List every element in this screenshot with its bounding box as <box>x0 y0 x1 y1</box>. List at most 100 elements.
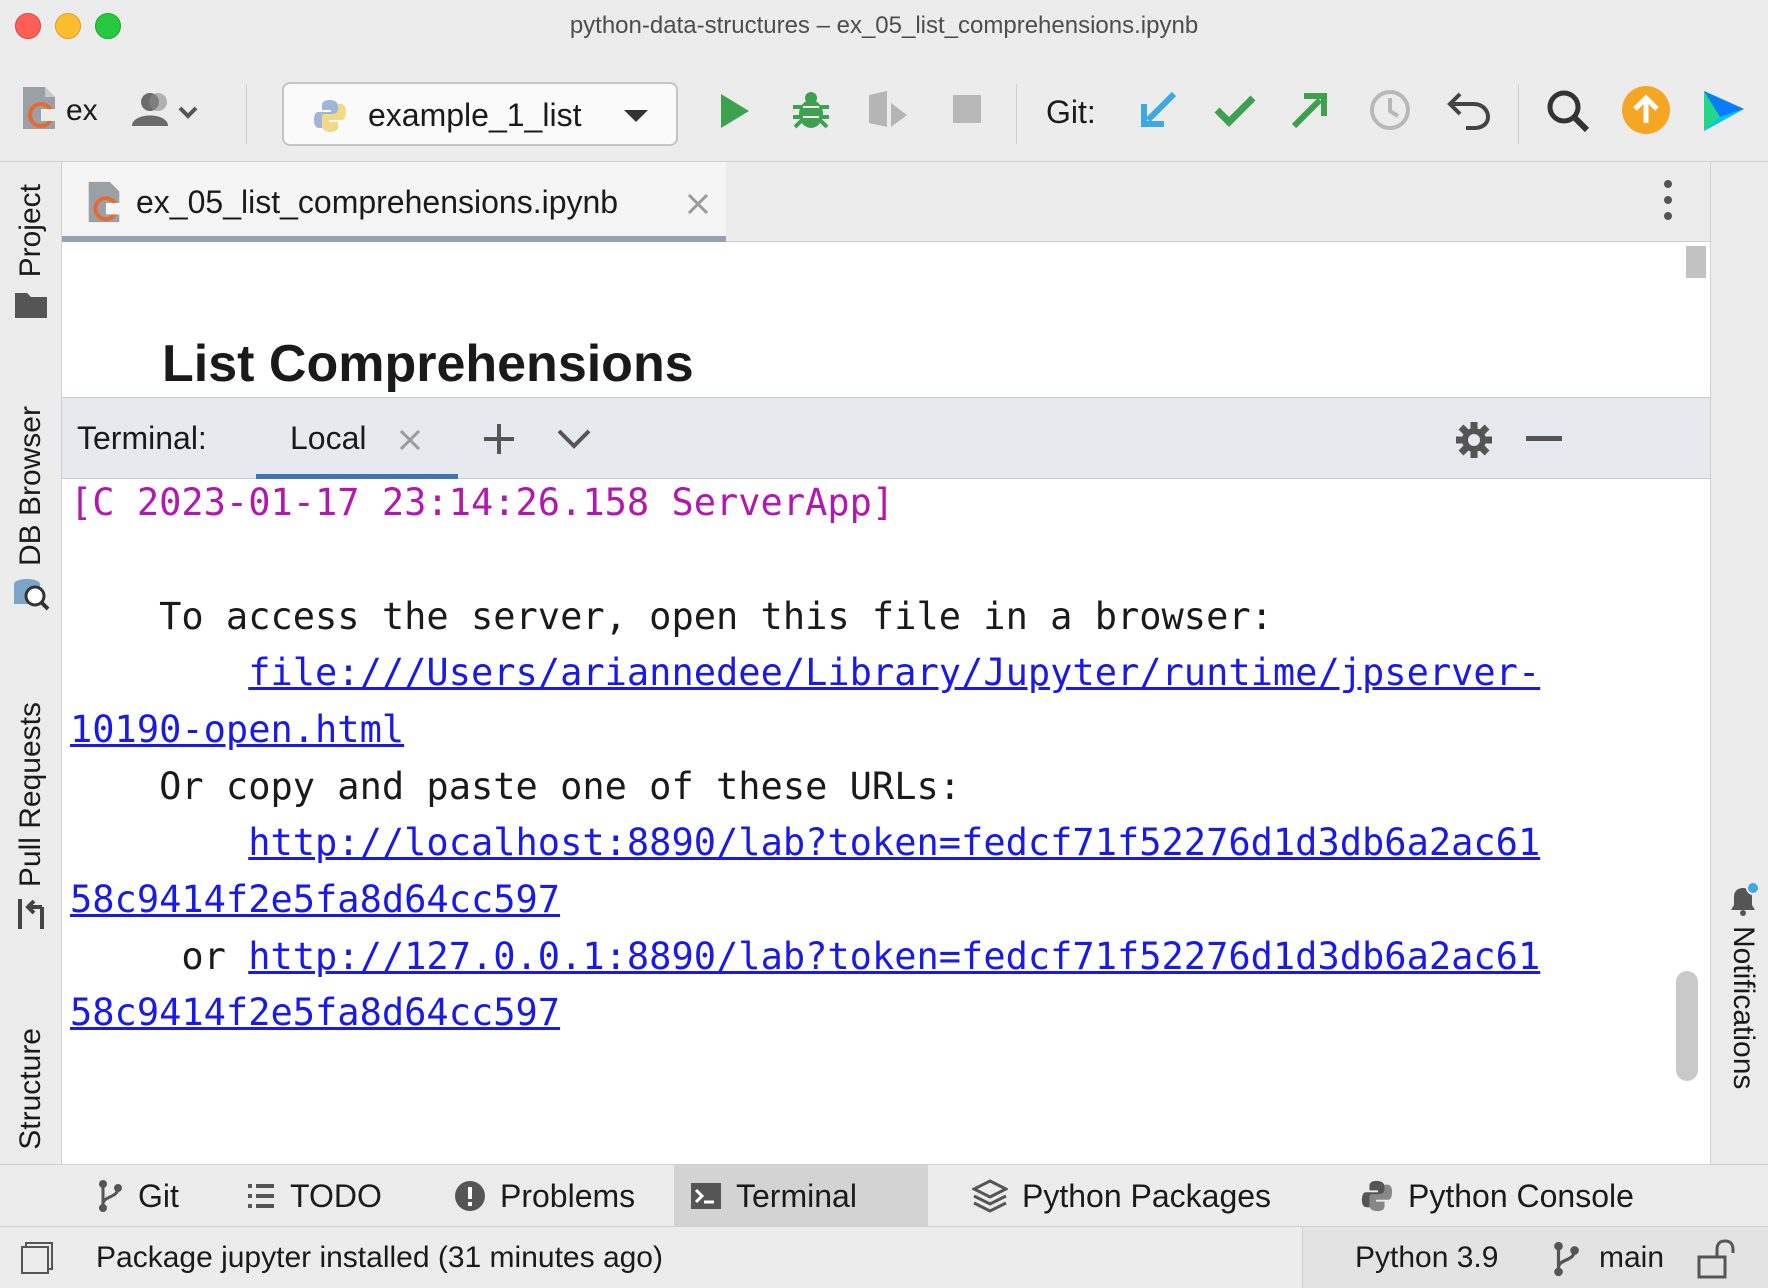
git-update-icon[interactable] <box>1134 86 1182 134</box>
list-icon <box>248 1184 274 1208</box>
localhost-url-link-continued[interactable]: 58c9414f2e5fa8d64cc597 <box>70 878 560 921</box>
editor-tab-bar: ex_05_list_comprehensions.ipynb <box>62 162 1710 242</box>
terminal-link-line: or http://127.0.0.1:8890/lab?token=fedcf… <box>70 935 1541 978</box>
bottom-tab-python-console[interactable]: Python Console <box>1344 1165 1650 1227</box>
revert-icon[interactable] <box>1442 84 1496 136</box>
terminal-link-line: 10190-open.html <box>70 698 404 762</box>
project-icon[interactable] <box>14 80 64 136</box>
loopback-url-link[interactable]: http://127.0.0.1:8890/lab?token=fedcf71f… <box>248 935 1540 978</box>
right-tool-window-bar: Notifications <box>1710 162 1768 1164</box>
terminal-text-line: To access the server, open this file in … <box>70 595 1273 638</box>
jetbrains-logo-icon[interactable] <box>1696 84 1752 138</box>
sidebar-tab-label: Structure <box>14 1028 47 1150</box>
close-tab-icon[interactable] <box>686 192 710 216</box>
coverage-icon[interactable] <box>862 84 916 138</box>
bottom-tab-label: Python Packages <box>1022 1177 1272 1214</box>
layers-icon <box>972 1179 1008 1213</box>
terminal-link-line: 58c9414f2e5fa8d64cc597 <box>70 868 560 932</box>
git-branch-selector[interactable]: main <box>1599 1241 1664 1275</box>
update-icon[interactable] <box>1620 84 1672 136</box>
terminal-link-line: file:///Users/ariannedee/Library/Jupyter… <box>70 641 1540 705</box>
terminal-link-line: http://localhost:8890/lab?token=fedcf71f… <box>70 811 1540 875</box>
sidebar-tab-notifications[interactable]: Notifications <box>1723 882 1763 1089</box>
add-icon[interactable] <box>482 422 516 456</box>
sidebar-tab-db-browser[interactable]: DB Browser <box>6 406 56 612</box>
file-url-link-continued[interactable]: 10190-open.html <box>70 708 404 751</box>
run-configuration-label: example_1_list <box>368 97 582 133</box>
bottom-tab-todo[interactable]: TODO <box>230 1165 398 1227</box>
bottom-tab-python-packages[interactable]: Python Packages <box>956 1165 1287 1227</box>
gear-icon[interactable] <box>1454 420 1494 460</box>
more-options-icon[interactable] <box>1662 178 1674 222</box>
history-icon[interactable] <box>1364 84 1416 136</box>
sidebar-tab-pull-requests[interactable]: Pull Requests <box>6 702 56 931</box>
search-icon[interactable] <box>1540 84 1596 138</box>
run-icon[interactable] <box>710 86 758 136</box>
sidebar-tab-label: Notifications <box>1727 926 1760 1090</box>
terminal-label: Terminal: <box>77 420 207 456</box>
localhost-url-link[interactable]: http://localhost:8890/lab?token=fedcf71f… <box>248 821 1540 864</box>
bottom-tab-label: Python Console <box>1408 1177 1634 1214</box>
editor-scrollbar[interactable] <box>1686 246 1706 278</box>
bell-icon <box>1731 882 1760 916</box>
terminal-header: Terminal: Local <box>62 397 1710 480</box>
bottom-tool-window-bar: Git TODO Problems Terminal Python Packag… <box>0 1164 1768 1227</box>
git-push-icon[interactable] <box>1286 86 1334 134</box>
project-name[interactable]: ex <box>66 94 110 128</box>
sidebar-tab-label: DB Browser <box>14 406 47 567</box>
bottom-tab-terminal[interactable]: Terminal <box>674 1165 928 1227</box>
editor-tab-label: ex_05_list_comprehensions.ipynb <box>136 184 619 220</box>
git-label: Git: <box>1046 94 1096 130</box>
notebook-heading: List Comprehensions <box>162 335 694 393</box>
close-tab-icon[interactable] <box>398 428 422 452</box>
user-icon[interactable] <box>126 82 202 138</box>
git-branch-icon <box>99 1180 122 1212</box>
warning-icon <box>455 1181 485 1211</box>
folder-icon <box>15 293 47 319</box>
loopback-url-link-continued[interactable]: 58c9414f2e5fa8d64cc597 <box>70 991 560 1034</box>
bottom-tab-problems[interactable]: Problems <box>438 1165 651 1227</box>
left-tool-window-bar: Project DB Browser Pull Requests Structu… <box>0 162 62 1164</box>
pull-request-icon <box>18 899 44 930</box>
terminal-tab-local[interactable]: Local <box>256 398 458 480</box>
sidebar-tab-label: Project <box>14 184 47 278</box>
status-message[interactable]: Package jupyter installed (31 minutes ag… <box>96 1241 663 1275</box>
database-search-icon <box>14 579 50 611</box>
git-branch-icon <box>1554 1241 1579 1277</box>
sidebar-tab-project[interactable]: Project <box>6 184 56 319</box>
bottom-tab-git[interactable]: Git <box>80 1165 195 1227</box>
debug-icon[interactable] <box>786 84 836 138</box>
sidebar-tab-label: Pull Requests <box>14 702 47 888</box>
bottom-tab-label: Problems <box>500 1177 636 1214</box>
terminal-text-line: Or copy and paste one of these URLs: <box>70 765 962 808</box>
interpreter-selector[interactable]: Python 3.9 <box>1355 1241 1498 1275</box>
terminal-link-line: 58c9414f2e5fa8d64cc597 <box>70 981 560 1045</box>
chevron-down-icon <box>618 102 654 130</box>
bottom-tab-label: Git <box>138 1177 179 1214</box>
bottom-tab-label: TODO <box>290 1177 382 1214</box>
chevron-down-icon[interactable] <box>556 428 592 450</box>
file-url-link[interactable]: file:///Users/ariannedee/Library/Jupyter… <box>248 651 1540 694</box>
notebook-file-icon <box>88 181 122 223</box>
unlock-icon[interactable] <box>1695 1237 1735 1279</box>
terminal-output[interactable]: [C 2023-01-17 23:14:26.158 ServerApp] To… <box>62 479 1710 1164</box>
bottom-tab-label: Terminal <box>736 1177 857 1214</box>
minimize-icon[interactable] <box>1526 436 1562 442</box>
run-configuration-select[interactable]: example_1_list <box>282 82 678 146</box>
stop-icon[interactable] <box>946 88 988 130</box>
python-icon <box>310 96 350 136</box>
terminal-tab-label: Local <box>290 420 367 456</box>
window-title: python-data-structures – ex_05_list_comp… <box>569 12 1199 39</box>
git-commit-icon[interactable] <box>1210 86 1260 134</box>
status-widgets: Python 3.9 main <box>1302 1227 1768 1288</box>
status-bar: Package jupyter installed (31 minutes ag… <box>0 1226 1768 1288</box>
title-bar: python-data-structures – ex_05_list_comp… <box>0 0 1768 54</box>
editor-tab-notebook[interactable]: ex_05_list_comprehensions.ipynb <box>62 162 726 242</box>
python-console-icon <box>1361 1180 1393 1212</box>
main-toolbar: ex example_1_list Git: <box>0 54 1768 162</box>
terminal-icon <box>691 1183 721 1209</box>
toggle-tool-windows-icon[interactable] <box>20 1241 54 1275</box>
notebook-editor[interactable]: List Comprehensions <box>62 242 1710 397</box>
sidebar-tab-structure[interactable]: Structure <box>6 1028 56 1150</box>
terminal-scrollbar[interactable] <box>1676 971 1698 1081</box>
